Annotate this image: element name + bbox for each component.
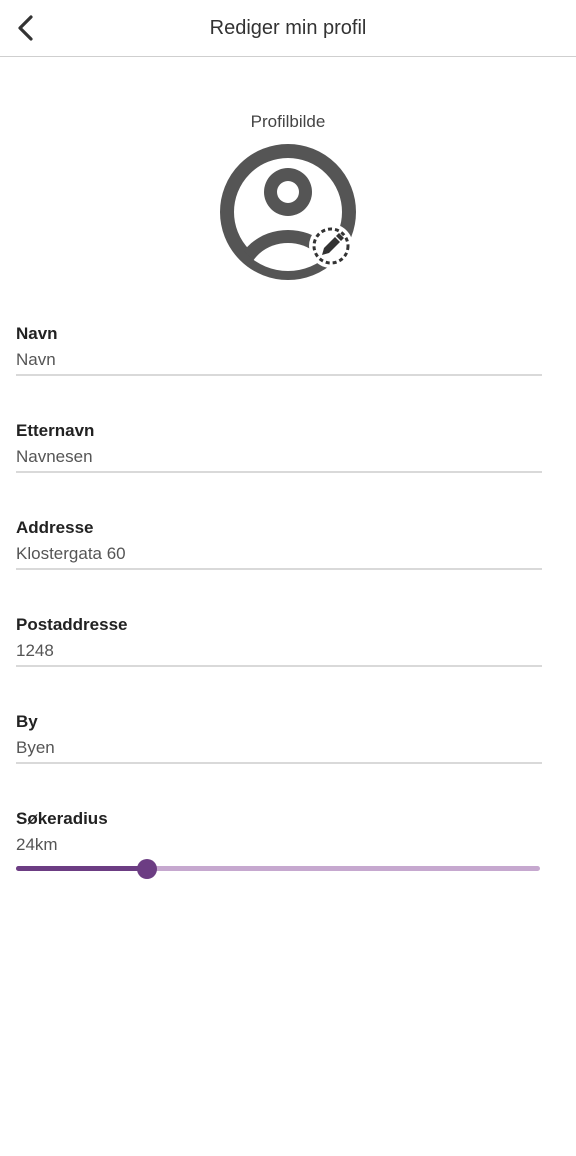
address-input[interactable]	[16, 540, 542, 570]
account-circle-icon	[220, 144, 356, 280]
last-name-field: Etternavn	[16, 419, 542, 473]
search-radius-label: Søkeradius	[16, 809, 108, 828]
page-title: Rediger min profil	[209, 17, 367, 39]
app-bar: Rediger min profil	[0, 0, 576, 57]
city-input[interactable]	[16, 734, 542, 764]
search-radius-slider[interactable]	[16, 858, 542, 880]
city-field: By	[16, 710, 542, 764]
first-name-input[interactable]	[16, 346, 542, 376]
slider-fill	[16, 866, 147, 871]
profile-picture-label: Profilbilde	[250, 112, 326, 131]
pencil-icon	[312, 227, 350, 265]
postal-address-field: Postaddresse	[16, 613, 542, 667]
profile-picture-button[interactable]	[218, 142, 358, 282]
address-label: Addresse	[16, 518, 94, 537]
first-name-label: Navn	[16, 324, 58, 343]
postal-address-label: Postaddresse	[16, 615, 128, 634]
address-field: Addresse	[16, 516, 542, 570]
city-label: By	[16, 712, 38, 731]
profile-picture-section: Profilbilde	[0, 110, 576, 280]
postal-address-input[interactable]	[16, 637, 542, 667]
search-radius-field: Søkeradius 24km	[16, 807, 542, 859]
first-name-field: Navn	[16, 322, 542, 376]
search-radius-value: 24km	[16, 835, 58, 854]
last-name-label: Etternavn	[16, 421, 95, 440]
last-name-input[interactable]	[16, 443, 542, 473]
slider-thumb[interactable]	[137, 859, 157, 879]
